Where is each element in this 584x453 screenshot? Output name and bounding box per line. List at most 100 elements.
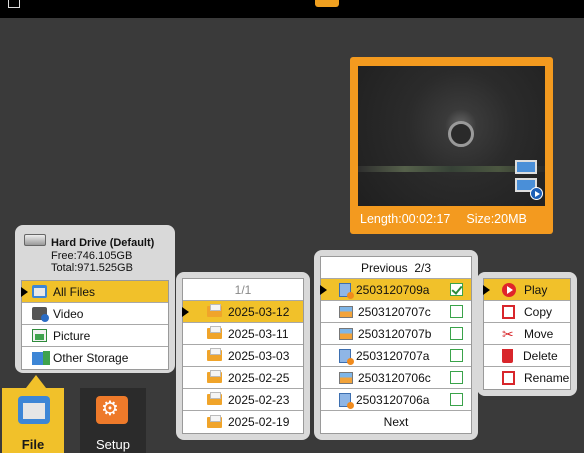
video-thumbnail[interactable]: [358, 66, 545, 206]
file-name: 2503120707c: [358, 304, 431, 319]
copy-button[interactable]: Copy: [484, 301, 570, 323]
date-folder-label: 2025-02-23: [228, 392, 290, 407]
storage-item-label: All Files: [53, 284, 96, 299]
file-name: 2503120706a: [356, 392, 430, 407]
date-folder-panel: 1/1 2025-03-12 2025-03-11 2025-03-03 202…: [176, 272, 310, 440]
file-checkbox[interactable]: [450, 371, 463, 384]
video-preview-panel: Length:00:02:17 Size:20MB: [350, 57, 553, 234]
trash-icon: [502, 348, 513, 363]
folder-icon: [207, 326, 222, 339]
previous-label: Previous: [360, 260, 408, 275]
drive-free: Free:746.105GB: [51, 250, 133, 262]
date-folder-list: 1/1 2025-03-12 2025-03-11 2025-03-03 202…: [182, 278, 304, 434]
action-label: Rename: [524, 371, 570, 385]
play-button[interactable]: Play: [483, 279, 570, 301]
date-folder-label: 2025-02-25: [228, 370, 290, 385]
storage-item-picture[interactable]: Picture: [22, 325, 168, 347]
preview-length: Length:00:02:17: [360, 212, 451, 226]
play-icon: [502, 282, 516, 297]
copy-icon: [502, 304, 515, 319]
storage-item-video[interactable]: Video: [22, 303, 168, 325]
active-tab-caret: [26, 375, 46, 388]
tab-setup-label: Setup: [96, 437, 130, 452]
file-item[interactable]: 2503120707c: [321, 301, 471, 323]
rename-icon: [502, 371, 515, 385]
gear-icon: [96, 396, 128, 424]
selection-arrow-icon: [320, 285, 327, 295]
action-label: Play: [524, 282, 548, 297]
top-status-bar: [0, 0, 584, 18]
storage-item-all-files[interactable]: All Files: [21, 281, 168, 303]
tab-setup[interactable]: Setup: [80, 388, 146, 453]
image-file-icon: [339, 327, 353, 340]
file-name: 2503120707b: [358, 326, 432, 341]
file-checkbox[interactable]: [450, 327, 463, 340]
preview-size: Size:20MB: [466, 212, 527, 226]
storage-list: All Files Video Picture Other Storage: [21, 280, 169, 370]
date-folder-label: 2025-03-12: [228, 304, 290, 319]
selection-arrow-icon: [21, 287, 28, 297]
tab-file-label: File: [21, 437, 45, 452]
image-file-icon: [339, 305, 353, 318]
drive-total: Total:971.525GB: [51, 262, 133, 274]
date-folder-item[interactable]: 2025-03-03: [183, 345, 303, 367]
folder-icon: [207, 304, 222, 317]
file-item[interactable]: 2503120709a: [320, 279, 471, 301]
image-file-icon: [339, 371, 353, 384]
date-folder-item[interactable]: 2025-03-12: [182, 301, 303, 323]
storage-item-other-storage[interactable]: Other Storage: [22, 347, 168, 369]
file-item[interactable]: 2503120706a: [321, 389, 471, 411]
file-list: Previous 2/3 2503120709a 2503120707c 250…: [320, 256, 472, 434]
date-folder-item[interactable]: 2025-03-11: [183, 323, 303, 345]
file-actions-menu: Play Copy ✂ Move Delete Rename: [477, 272, 577, 396]
video-icon: [32, 307, 49, 322]
action-label: Move: [524, 326, 554, 341]
file-name: 2503120707a: [356, 348, 430, 363]
file-checkbox[interactable]: [450, 393, 463, 406]
next-page-button[interactable]: Next: [321, 411, 471, 433]
date-folder-item[interactable]: 2025-02-25: [183, 367, 303, 389]
rename-button[interactable]: Rename: [484, 367, 570, 389]
file-checkbox[interactable]: [450, 305, 463, 318]
date-page-indicator: 1/1: [183, 279, 303, 301]
file-page-indicator: 2/3: [414, 260, 432, 275]
video-frame-detail: [448, 121, 474, 147]
date-folder-item[interactable]: 2025-02-19: [183, 411, 303, 433]
video-file-icon: [339, 282, 354, 299]
folder-icon: [207, 370, 222, 383]
hard-drive-icon: [24, 234, 46, 246]
film-play-icon[interactable]: [513, 158, 543, 200]
status-icon: [8, 0, 20, 8]
tab-file[interactable]: File: [2, 388, 64, 453]
file-name: 2503120706c: [358, 370, 431, 385]
video-file-icon: [339, 392, 354, 409]
selection-arrow-icon: [483, 285, 490, 295]
date-folder-item[interactable]: 2025-02-23: [183, 389, 303, 411]
folder-icon: [207, 348, 222, 361]
action-label: Delete: [523, 348, 558, 363]
video-file-icon: [339, 348, 354, 365]
selection-arrow-icon: [182, 307, 189, 317]
scissors-icon: ✂: [502, 325, 514, 342]
file-item[interactable]: 2503120707a: [321, 345, 471, 367]
drive-info: Hard Drive (Default) Free:746.105GB Tota…: [21, 229, 169, 280]
action-label: Copy: [524, 304, 553, 319]
other-storage-icon: [32, 350, 50, 365]
date-folder-label: 2025-03-11: [228, 326, 289, 341]
storage-item-label: Other Storage: [53, 351, 129, 365]
storage-item-label: Video: [53, 306, 84, 321]
delete-button[interactable]: Delete: [484, 345, 570, 367]
folder-icon: [207, 392, 222, 405]
date-folder-label: 2025-03-03: [228, 348, 290, 363]
previous-page-button[interactable]: Previous 2/3: [321, 257, 471, 279]
file-item[interactable]: 2503120706c: [321, 367, 471, 389]
preview-info: Length:00:02:17 Size:20MB: [360, 212, 543, 226]
date-folder-label: 2025-02-19: [228, 415, 290, 429]
file-checkbox[interactable]: [450, 283, 463, 296]
folder-icon: [18, 396, 50, 424]
file-item[interactable]: 2503120707b: [321, 323, 471, 345]
move-button[interactable]: ✂ Move: [484, 323, 570, 345]
folder-icon: [207, 414, 222, 428]
storage-panel: Hard Drive (Default) Free:746.105GB Tota…: [15, 225, 175, 373]
file-checkbox[interactable]: [450, 349, 463, 362]
